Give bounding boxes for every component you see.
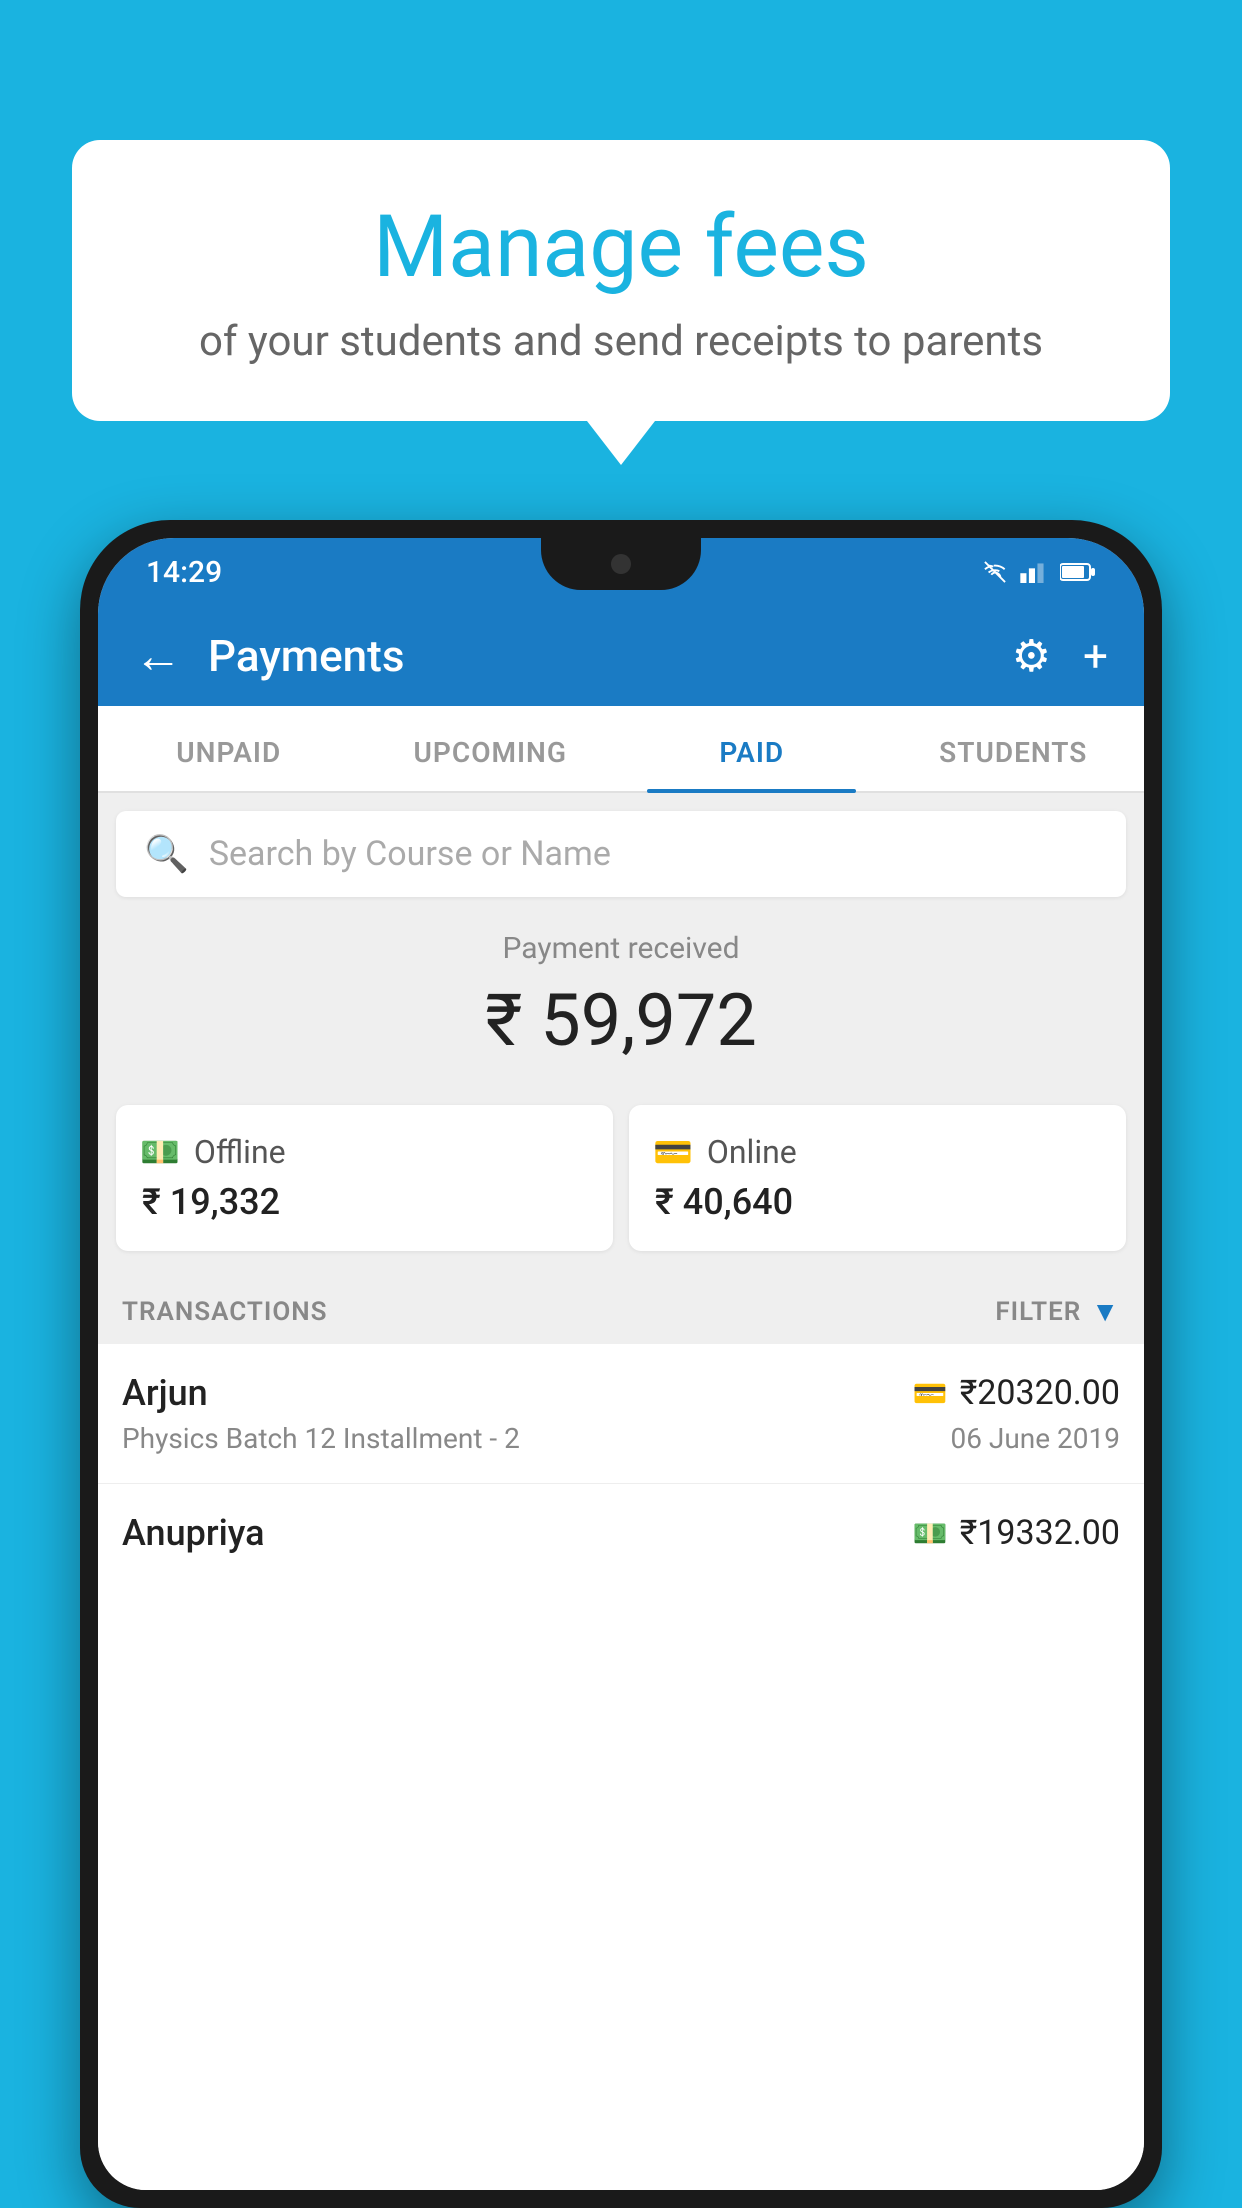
search-icon: 🔍 [144,833,189,875]
offline-amount: ₹ 19,332 [140,1181,589,1223]
transaction-top: Arjun 💳 ₹20320.00 [122,1372,1120,1414]
transaction-amount-wrap: 💵 ₹19332.00 [913,1513,1120,1553]
tab-unpaid[interactable]: UNPAID [98,706,360,791]
card-icon: 💳 [653,1133,693,1171]
transaction-detail: Physics Batch 12 Installment - 2 [122,1422,520,1455]
transaction-top-partial: Anupriya 💵 ₹19332.00 [122,1512,1120,1554]
speech-bubble-section: Manage fees of your students and send re… [72,140,1170,421]
online-amount: ₹ 40,640 [653,1181,1102,1223]
phone-screen: 14:29 ← [98,538,1144,2190]
tab-students[interactable]: STUDENTS [883,706,1145,791]
transactions-header: TRANSACTIONS FILTER ▼ [98,1275,1144,1344]
tab-paid[interactable]: PAID [621,706,883,791]
bubble-title: Manage fees [122,200,1120,295]
content-area: 🔍 Search by Course or Name Payment recei… [98,793,1144,2190]
transaction-name: Arjun [122,1372,208,1414]
bubble-subtitle: of your students and send receipts to pa… [122,317,1120,366]
filter-label: FILTER [995,1297,1081,1327]
payment-received-label: Payment received [118,931,1124,966]
speech-bubble: Manage fees of your students and send re… [72,140,1170,421]
app-bar-title: Payments [208,630,1012,682]
offline-card-header: 💵 Offline [140,1133,589,1171]
offline-label: Offline [194,1133,286,1171]
cash-icon: 💵 [140,1133,180,1171]
transactions-list: Arjun 💳 ₹20320.00 Physics Batch 12 Insta… [98,1344,1144,2190]
filter-icon: ▼ [1091,1295,1120,1328]
transaction-date: 06 June 2019 [950,1422,1120,1455]
filter-button[interactable]: FILTER ▼ [995,1295,1120,1328]
transaction-name: Anupriya [122,1512,265,1554]
cash-payment-icon: 💵 [913,1517,948,1550]
transaction-amount: ₹19332.00 [960,1513,1120,1553]
offline-card: 💵 Offline ₹ 19,332 [116,1105,613,1251]
signal-icon [1020,561,1050,583]
online-label: Online [707,1133,797,1171]
battery-icon [1060,561,1096,583]
search-bar[interactable]: 🔍 Search by Course or Name [116,811,1126,897]
transaction-amount-wrap: 💳 ₹20320.00 [913,1373,1120,1413]
tab-upcoming[interactable]: UPCOMING [360,706,622,791]
online-card-header: 💳 Online [653,1133,1102,1171]
status-bar: 14:29 [98,538,1144,606]
app-bar-actions: ⚙ + [1012,630,1108,682]
online-card: 💳 Online ₹ 40,640 [629,1105,1126,1251]
payment-amount: ₹ 59,972 [118,978,1124,1063]
wifi-icon [980,561,1010,583]
transaction-amount: ₹20320.00 [960,1373,1120,1413]
transactions-label: TRANSACTIONS [122,1297,328,1327]
payment-summary: Payment received ₹ 59,972 [98,901,1144,1087]
table-row[interactable]: Anupriya 💵 ₹19332.00 [98,1484,1144,1570]
search-input[interactable]: Search by Course or Name [209,834,611,874]
app-bar: ← Payments ⚙ + [98,606,1144,706]
status-icons [980,561,1096,583]
settings-button[interactable]: ⚙ [1012,630,1051,682]
table-row[interactable]: Arjun 💳 ₹20320.00 Physics Batch 12 Insta… [98,1344,1144,1484]
add-button[interactable]: + [1083,630,1108,682]
status-time: 14:29 [146,555,222,590]
back-button[interactable]: ← [134,632,182,680]
payment-cards: 💵 Offline ₹ 19,332 💳 Online ₹ 40,640 [98,1087,1144,1275]
tabs-bar: UNPAID UPCOMING PAID STUDENTS [98,706,1144,793]
transaction-bottom: Physics Batch 12 Installment - 2 06 June… [122,1422,1120,1455]
camera-dot [611,554,631,574]
phone-frame: 14:29 ← [80,520,1162,2208]
notch [541,538,701,590]
card-payment-icon: 💳 [913,1377,948,1410]
